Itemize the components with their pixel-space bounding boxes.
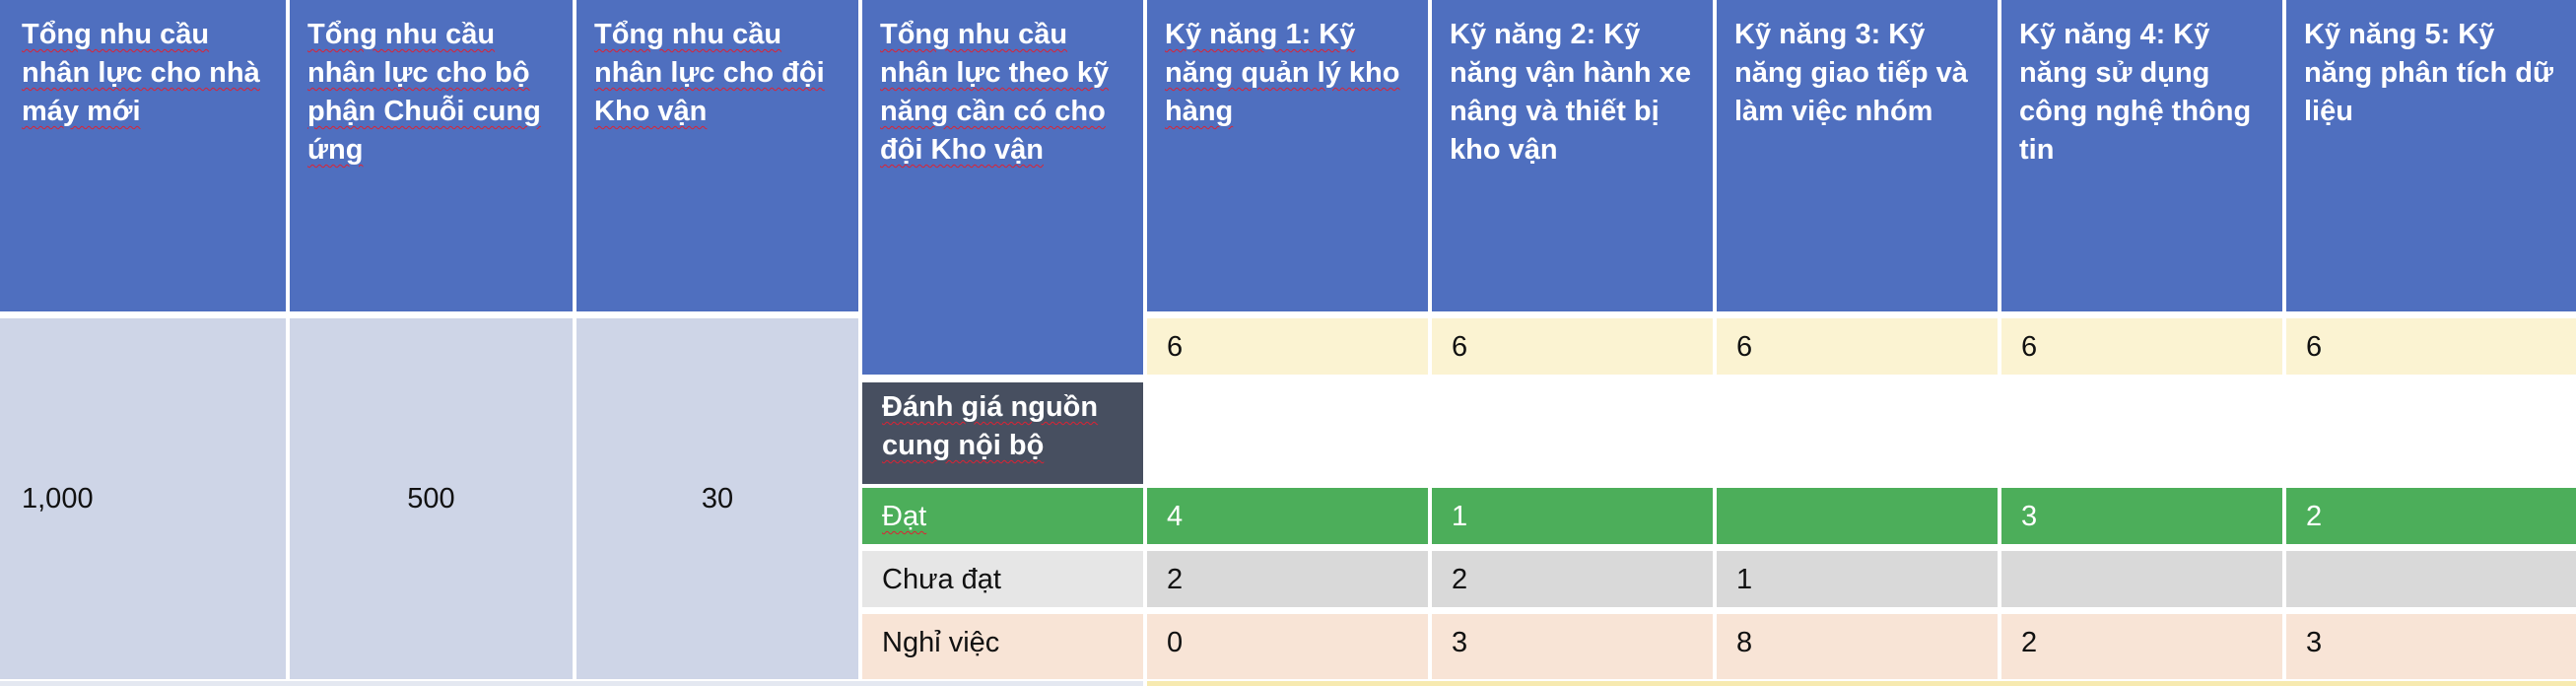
cell-value: 2 (1167, 564, 1184, 595)
header-total-supply-chain[interactable]: Tổng nhu cầu nhân lực cho bộ phận Chuỗi … (290, 0, 573, 311)
cell-value: 500 (407, 482, 455, 514)
cell-value: 30 (701, 482, 734, 514)
total-logistics-value[interactable]: 30 (576, 318, 858, 679)
assessment-title: Đánh giá nguồn cung nội bộ (882, 391, 1099, 461)
header-text: Kỹ năng 5: Kỹ năng phân tích dữ liệu (2304, 19, 2553, 127)
row-label: Nghỉ việc (882, 627, 1000, 658)
next-row-strip-left (0, 681, 1143, 686)
row-not-pass-skill-3[interactable]: 1 (1717, 551, 1998, 607)
total-factory-value[interactable]: 1,000 (0, 318, 286, 679)
assessment-title-cell[interactable]: Đánh giá nguồn cung nội bộ (862, 382, 1143, 484)
header-text: Tổng nhu cầu nhân lực cho đội Kho vận (594, 19, 825, 127)
row-resigned-skill-5[interactable]: 3 (2286, 614, 2576, 679)
row-not-pass-skill-2[interactable]: 2 (1432, 551, 1713, 607)
row-pass-skill-4[interactable]: 3 (2001, 488, 2282, 544)
row-not-pass-label[interactable]: Chưa đạt (862, 551, 1143, 607)
header-text: Kỹ năng 3: Kỹ năng giao tiếp và làm việc… (1734, 19, 1968, 127)
header-total-factory[interactable]: Tổng nhu cầu nhân lực cho nhà máy mới (0, 0, 286, 311)
cell-value: 1 (1452, 501, 1468, 532)
cell-value: 2 (2021, 627, 2038, 658)
cell-value: 2 (1452, 564, 1468, 595)
row-not-pass-skill-1[interactable]: 2 (1147, 551, 1428, 607)
cell-value: 8 (1736, 627, 1753, 658)
cell-value: 6 (2306, 331, 2323, 363)
cell-value: 3 (2021, 501, 2038, 532)
row-label: Chưa đạt (882, 564, 1001, 595)
row-not-pass-skill-4[interactable] (2001, 551, 2282, 607)
row-not-pass-skill-5[interactable] (2286, 551, 2576, 607)
row-resigned-label[interactable]: Nghỉ việc (862, 614, 1143, 679)
cell-value: 4 (1167, 501, 1184, 532)
header-skill-demand[interactable]: Tổng nhu cầu nhân lực theo kỹ năng cần c… (862, 0, 1143, 375)
cell-value: 1 (1736, 564, 1753, 595)
skill-4-demand[interactable]: 6 (2001, 318, 2282, 375)
row-pass-label[interactable]: Đạt (862, 488, 1143, 544)
next-row-strip-right (1147, 681, 2576, 686)
cell-value: 6 (1167, 331, 1184, 363)
header-skill-3[interactable]: Kỹ năng 3: Kỹ năng giao tiếp và làm việc… (1717, 0, 1998, 311)
row-resigned-skill-1[interactable]: 0 (1147, 614, 1428, 679)
row-pass-skill-2[interactable]: 1 (1432, 488, 1713, 544)
header-skill-4[interactable]: Kỹ năng 4: Kỹ năng sử dụng công nghệ thô… (2001, 0, 2282, 311)
skill-5-demand[interactable]: 6 (2286, 318, 2576, 375)
header-skill-2[interactable]: Kỹ năng 2: Kỹ năng vận hành xe nâng và t… (1432, 0, 1713, 311)
row-pass-skill-5[interactable]: 2 (2286, 488, 2576, 544)
skill-1-demand[interactable]: 6 (1147, 318, 1428, 375)
cell-value: 6 (1452, 331, 1468, 363)
header-total-logistics[interactable]: Tổng nhu cầu nhân lực cho đội Kho vận (576, 0, 858, 311)
header-text: Kỹ năng 1: Kỹ năng quản lý kho hàng (1165, 19, 1400, 127)
row-pass-skill-1[interactable]: 4 (1147, 488, 1428, 544)
row-pass-skill-3[interactable] (1717, 488, 1998, 544)
row-resigned-skill-2[interactable]: 3 (1432, 614, 1713, 679)
cell-value: 0 (1167, 627, 1184, 658)
header-text: Tổng nhu cầu nhân lực cho bộ phận Chuỗi … (307, 19, 541, 166)
cell-value: 1,000 (22, 482, 94, 514)
cell-value: 6 (1736, 331, 1753, 363)
skill-3-demand[interactable]: 6 (1717, 318, 1998, 375)
header-text: Kỹ năng 4: Kỹ năng sử dụng công nghệ thô… (2019, 19, 2252, 166)
header-text: Tổng nhu cầu nhân lực theo kỹ năng cần c… (880, 19, 1110, 166)
row-label: Đạt (882, 501, 927, 532)
cell-value: 6 (2021, 331, 2038, 363)
total-supply-chain-value[interactable]: 500 (290, 318, 573, 679)
row-resigned-skill-3[interactable]: 8 (1717, 614, 1998, 679)
cell-value: 2 (2306, 501, 2323, 532)
cell-value: 3 (1452, 627, 1468, 658)
header-text: Tổng nhu cầu nhân lực cho nhà máy mới (22, 19, 260, 127)
spreadsheet-table: Tổng nhu cầu nhân lực cho nhà máy mới Tổ… (0, 0, 2576, 686)
header-text: Kỹ năng 2: Kỹ năng vận hành xe nâng và t… (1450, 19, 1691, 166)
header-skill-5[interactable]: Kỹ năng 5: Kỹ năng phân tích dữ liệu (2286, 0, 2576, 311)
row-resigned-skill-4[interactable]: 2 (2001, 614, 2282, 679)
header-skill-1[interactable]: Kỹ năng 1: Kỹ năng quản lý kho hàng (1147, 0, 1428, 311)
cell-value: 3 (2306, 627, 2323, 658)
skill-2-demand[interactable]: 6 (1432, 318, 1713, 375)
